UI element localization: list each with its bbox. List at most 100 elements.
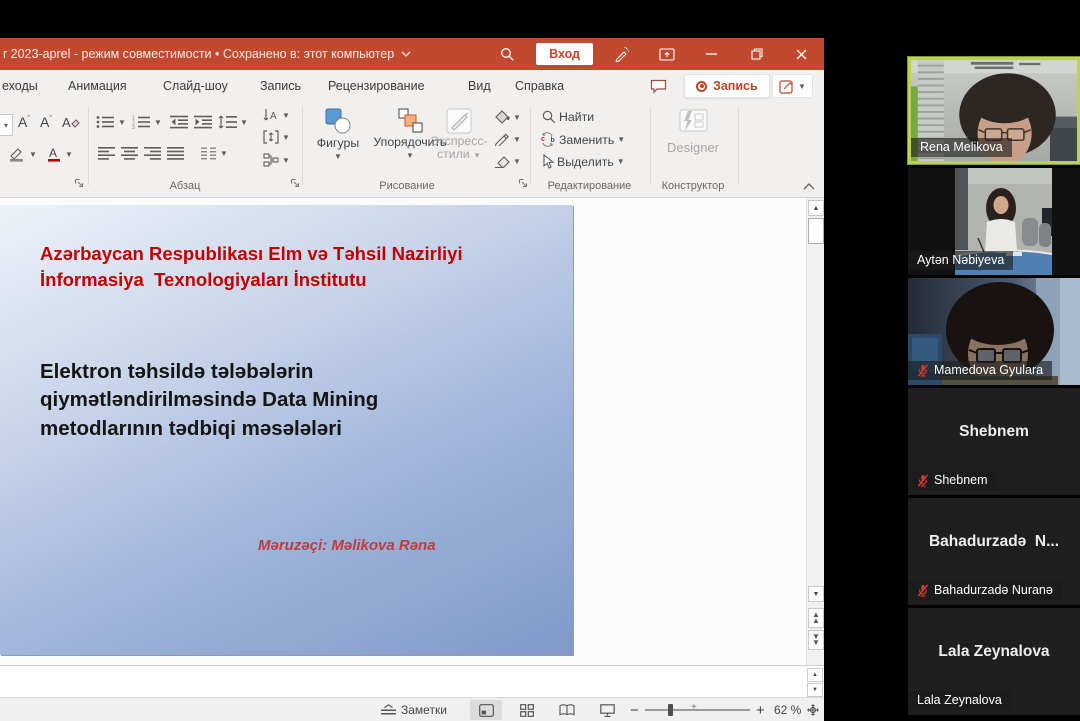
find-button[interactable]: Найти — [542, 110, 594, 124]
shrink-font-button[interactable]: Aˇ — [40, 114, 52, 130]
notes-scroll-down-button[interactable]: ▼ — [807, 683, 823, 697]
notes-pane[interactable]: ▲ ▼ — [0, 665, 824, 697]
participant-tile-rena-melikova[interactable]: Rena Melikova — [908, 57, 1080, 164]
fit-to-window-button[interactable] — [806, 698, 820, 721]
search-icon[interactable] — [485, 38, 530, 70]
designer-group-label: Конструктор — [648, 180, 738, 192]
comments-icon[interactable] — [645, 75, 671, 97]
next-slide-button[interactable]: ▼▼ — [808, 630, 824, 650]
replace-icon: bc — [540, 132, 556, 147]
justify-button[interactable] — [167, 146, 184, 160]
increase-indent-button[interactable] — [194, 115, 212, 129]
record-button[interactable]: Запись — [684, 74, 770, 98]
align-left-button[interactable] — [98, 146, 115, 160]
slide-speaker-text[interactable]: Məruzəçi: Məlikova Rəna — [258, 537, 436, 554]
replace-button[interactable]: bc Заменить ▼ — [540, 132, 625, 147]
find-icon — [542, 110, 556, 124]
zoom-slider-track[interactable] — [645, 709, 750, 711]
zoom-level[interactable]: 62 % — [774, 698, 801, 721]
tab-animation[interactable]: Анимация — [68, 79, 127, 93]
align-center-button[interactable] — [121, 146, 138, 160]
zoom-in-button[interactable]: + — [756, 698, 765, 721]
status-bar: Заметки − + + 62 % — [0, 697, 824, 721]
decrease-indent-button[interactable] — [170, 115, 188, 129]
designer-icon — [676, 108, 710, 134]
convert-smartart-button[interactable]: ▼ — [263, 153, 290, 167]
zoom-participants-panel: Rena Melikova Aytən Nə — [908, 0, 1080, 721]
align-text-button[interactable]: ▼ — [263, 130, 290, 144]
autosave-chevron-icon[interactable] — [401, 51, 411, 57]
tab-transitions-partial[interactable]: еходы — [2, 79, 38, 93]
participant-tile-bahadurzade-nurane[interactable]: Bahadurzadə N... Bahadurzadə Nuranə — [908, 498, 1080, 605]
zoom-out-button[interactable]: − — [630, 698, 639, 721]
previous-slide-button[interactable]: ▲▲ — [808, 608, 824, 628]
shape-outline-button[interactable]: ▼ — [494, 132, 521, 146]
participant-display-name: Bahadurzadə N... — [908, 533, 1080, 551]
grow-font-button[interactable]: Aˆ — [18, 114, 30, 130]
align-right-button[interactable] — [144, 146, 161, 160]
screen: r 2023-aprel - режим совместимости • Сох… — [0, 0, 1080, 721]
slide-sorter-view-button[interactable] — [511, 700, 543, 720]
slide-body-text[interactable]: Elektron təhsildə tələbələrin qiymətlənd… — [40, 358, 500, 443]
shape-fill-button[interactable]: ▼ — [494, 110, 521, 124]
restore-button[interactable] — [734, 38, 779, 70]
bullets-button[interactable]: ▼ — [96, 115, 126, 129]
svg-text:b: b — [551, 137, 555, 144]
svg-text:c: c — [541, 136, 545, 143]
muted-mic-icon — [917, 584, 929, 597]
clear-formatting-button[interactable]: A — [62, 114, 80, 130]
numbering-button[interactable]: 123 ▼ — [132, 115, 162, 129]
zoom-slider-thumb[interactable] — [668, 704, 673, 716]
slide-heading[interactable]: Azərbaycan Respublikası Elm və Təhsil Na… — [40, 241, 560, 294]
tab-review[interactable]: Рецензирование — [328, 79, 425, 93]
scroll-down-button[interactable]: ▼ — [808, 586, 824, 602]
signin-button[interactable]: Вход — [536, 43, 593, 65]
tab-slideshow[interactable]: Слайд-шоу — [163, 79, 228, 93]
tab-record[interactable]: Запись — [260, 79, 301, 93]
columns-button[interactable]: ▼ — [200, 146, 228, 160]
quick-styles-button[interactable]: Экспресс-стили ▼ — [428, 108, 490, 162]
slideshow-view-button[interactable] — [591, 700, 623, 720]
designer-button[interactable]: Designer — [658, 108, 728, 155]
font-size-box-partial[interactable]: ▾ — [0, 114, 13, 136]
notes-toggle-button[interactable]: Заметки — [381, 698, 447, 721]
collapse-ribbon-button[interactable] — [803, 182, 815, 190]
pen-tools-icon[interactable] — [599, 38, 644, 70]
normal-view-button[interactable] — [470, 700, 502, 720]
participant-tile-mamedova-gyulara[interactable]: Mamedova Gyulara — [908, 278, 1080, 385]
participant-tile-lala-zeynalova[interactable]: Lala Zeynalova Lala Zeynalova — [908, 608, 1080, 715]
highlight-pen-button[interactable]: ▼ — [8, 146, 37, 162]
scroll-up-button[interactable]: ▲ — [808, 200, 824, 216]
notes-scroll-up-button[interactable]: ▲ — [807, 668, 823, 682]
participant-tile-shebnem[interactable]: Shebnem Shebnem — [908, 388, 1080, 495]
font-color-button[interactable]: A ▼ — [46, 146, 73, 162]
svg-text:A: A — [270, 111, 277, 122]
shapes-button[interactable]: Фигуры ▼ — [312, 108, 364, 161]
tab-view[interactable]: Вид — [468, 79, 491, 93]
drawing-dialog-launcher[interactable] — [518, 178, 528, 188]
close-button[interactable] — [779, 38, 824, 70]
font-dialog-launcher[interactable] — [74, 178, 84, 188]
select-button[interactable]: Выделить ▼ — [541, 154, 625, 169]
drawing-group-label: Рисование — [352, 180, 462, 192]
muted-mic-icon — [917, 364, 929, 377]
text-direction-button[interactable]: A ▼ — [263, 108, 290, 122]
editing-mode-button[interactable]: ▼ — [772, 74, 813, 98]
line-spacing-button[interactable]: ▼ — [218, 115, 248, 129]
muted-mic-icon — [917, 474, 929, 487]
vertical-scrollbar[interactable]: ▲ ▼ ▲▲ ▼▼ — [806, 198, 824, 665]
paragraph-dialog-launcher[interactable] — [290, 178, 300, 188]
ribbon: ▾ Aˆ Aˇ A ▼ A ▼ ▼ 123 — [0, 102, 824, 198]
ribbon-tab-row: еходы Анимация Слайд-шоу Запись Рецензир… — [0, 70, 824, 102]
shape-effects-button[interactable]: ▼ — [494, 154, 521, 168]
participant-tile-ayten-nebiyeva[interactable]: Aytən Nəbiyeva — [908, 168, 1080, 275]
participant-name-tag: Mamedova Gyulara — [908, 361, 1052, 380]
scrollbar-thumb[interactable] — [808, 218, 824, 244]
minimize-button[interactable] — [689, 38, 734, 70]
title-bar: r 2023-aprel - режим совместимости • Сох… — [0, 38, 824, 70]
slide-canvas[interactable]: Azərbaycan Respublikası Elm və Təhsil Na… — [0, 205, 573, 655]
tab-help[interactable]: Справка — [515, 79, 564, 93]
reading-view-button[interactable] — [551, 700, 583, 720]
quick-styles-icon — [445, 108, 473, 134]
ribbon-display-options-icon[interactable] — [644, 38, 689, 70]
